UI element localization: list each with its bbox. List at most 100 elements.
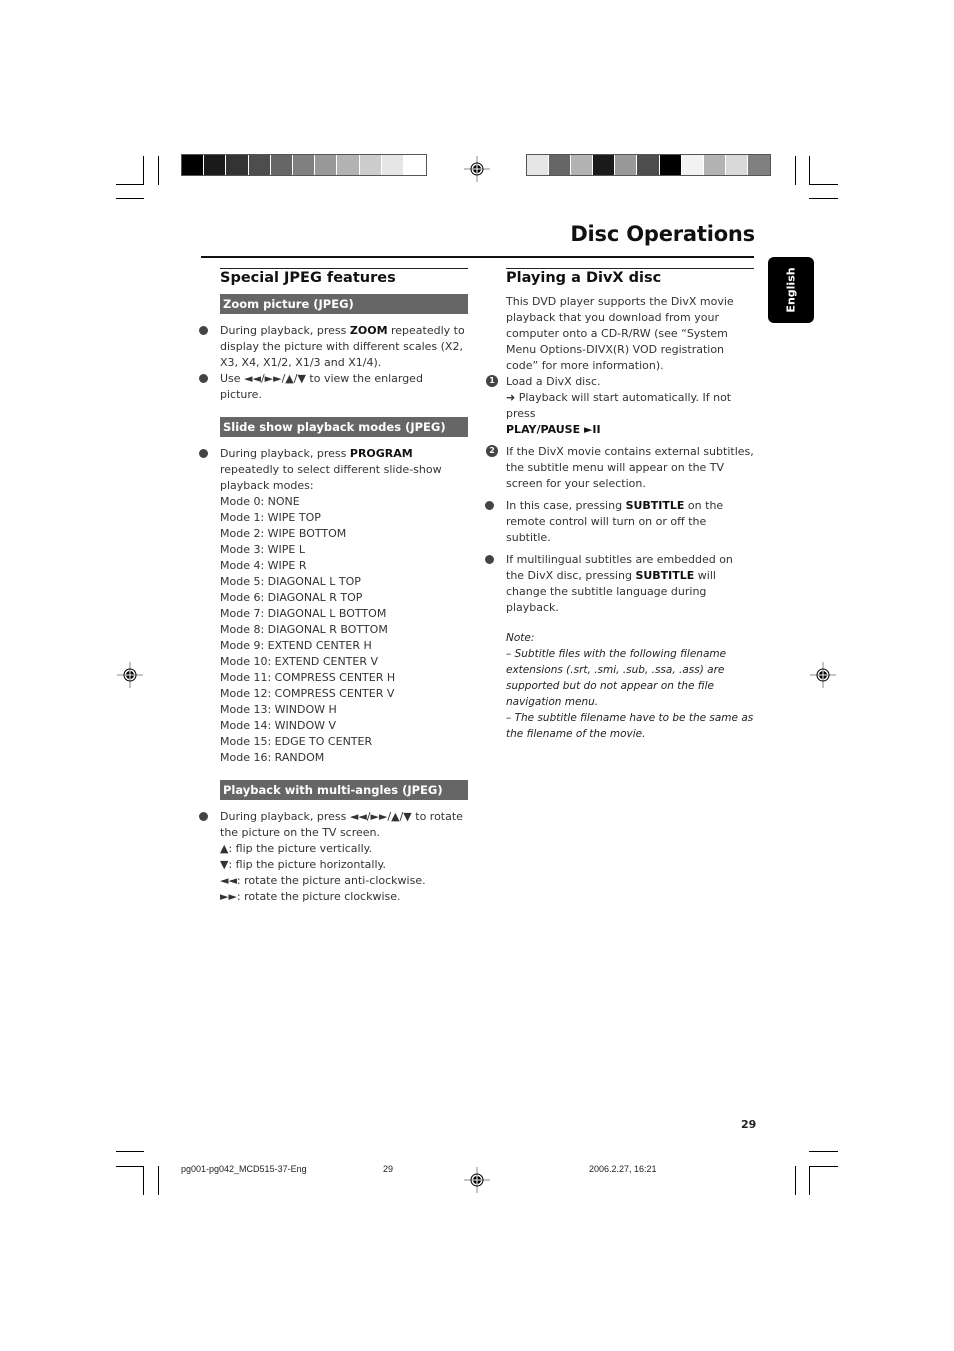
crop-mark xyxy=(809,1166,838,1167)
page-title: Disc Operations xyxy=(570,222,755,246)
step-item: 2 If the DivX movie contains external su… xyxy=(486,444,754,492)
mode-item: Mode 14: WINDOW V xyxy=(220,719,337,732)
bullet-icon xyxy=(199,374,208,383)
key-label: SUBTITLE xyxy=(635,569,695,582)
mode-item: Mode 5: DIAGONAL L TOP xyxy=(220,575,361,588)
note-text: – The subtitle filename have to be the s… xyxy=(506,712,754,740)
mode-item: Mode 6: DIAGONAL R TOP xyxy=(220,591,363,604)
list-item: If multilingual subtitles are embedded o… xyxy=(485,552,754,616)
crop-mark xyxy=(809,184,838,185)
language-tab: English xyxy=(768,257,814,323)
section-divider xyxy=(506,268,754,269)
crop-mark xyxy=(809,198,838,199)
page-number: 29 xyxy=(741,1118,757,1131)
calibration-swatch xyxy=(381,155,404,175)
calibration-swatch xyxy=(315,155,338,175)
mode-item: Mode 7: DIAGONAL L BOTTOM xyxy=(220,607,387,620)
rotation-item: ▼: flip the picture horizontally. xyxy=(220,858,386,871)
calibration-swatch xyxy=(615,155,638,175)
key-label: SUBTITLE xyxy=(625,499,685,512)
list-item: During playback, press ZOOM repeatedly t… xyxy=(199,323,468,371)
crop-mark xyxy=(158,156,159,185)
list-item: In this case, pressing SUBTITLE on the r… xyxy=(485,498,754,546)
crop-mark xyxy=(158,1166,159,1195)
subsection-heading-slideshow: Slide show playback modes (JPEG) xyxy=(220,417,468,437)
key-label: ZOOM xyxy=(349,324,388,337)
crop-mark xyxy=(116,1166,144,1167)
calibration-swatch xyxy=(681,155,704,175)
registration-mark-icon xyxy=(464,1167,490,1193)
bullet-icon xyxy=(485,555,494,564)
registration-mark-icon xyxy=(464,156,490,182)
mode-item: Mode 15: EDGE TO CENTER xyxy=(220,735,373,748)
list-item: Use ◄◄/►►/▲/▼ to view the enlarged pictu… xyxy=(199,371,468,403)
calibration-swatch xyxy=(403,155,427,175)
calibration-swatch xyxy=(637,155,660,175)
rotation-item: ▲: flip the picture vertically. xyxy=(220,842,373,855)
note-label: Note: xyxy=(506,632,535,644)
mode-item: Mode 16: RANDOM xyxy=(220,751,325,764)
footer-datetime: 2006.2.27, 16:21 xyxy=(589,1164,657,1174)
rotation-item: ►►: rotate the picture clockwise. xyxy=(220,890,401,903)
calibration-swatch xyxy=(725,155,748,175)
calibration-swatch xyxy=(703,155,726,175)
section-divider xyxy=(220,268,468,269)
footer-filename: pg001-pg042_MCD515-37-Eng xyxy=(181,1164,307,1174)
bullet-icon xyxy=(485,501,494,510)
bullet-icon xyxy=(199,812,208,821)
list-item: During playback, press PROGRAM repeatedl… xyxy=(199,446,468,494)
crop-mark xyxy=(143,156,144,185)
calibration-swatch xyxy=(527,155,550,175)
list-item: During playback, press ◄◄/►►/▲/▼ to rota… xyxy=(199,809,468,841)
bullet-icon xyxy=(199,449,208,458)
crop-mark xyxy=(116,198,144,199)
rotation-list: ▲: flip the picture vertically. ▼: flip t… xyxy=(220,841,468,905)
language-tab-label: English xyxy=(784,267,798,313)
title-divider xyxy=(201,256,754,258)
mode-item: Mode 12: COMPRESS CENTER V xyxy=(220,687,395,700)
mode-item: Mode 2: WIPE BOTTOM xyxy=(220,527,347,540)
subsection-heading-multiangle: Playback with multi-angles (JPEG) xyxy=(220,780,468,800)
registration-mark-icon xyxy=(810,662,836,688)
mode-item: Mode 3: WIPE L xyxy=(220,543,305,556)
crop-mark xyxy=(116,1151,144,1152)
left-column: Special JPEG features Zoom picture (JPEG… xyxy=(199,268,468,905)
footer-page: 29 xyxy=(383,1164,394,1174)
calibration-swatch xyxy=(204,155,227,175)
step-number-icon: 1 xyxy=(486,375,498,387)
crop-mark xyxy=(809,156,810,185)
mode-item: Mode 13: WINDOW H xyxy=(220,703,337,716)
registration-mark-icon xyxy=(117,662,143,688)
subsection-heading-zoom: Zoom picture (JPEG) xyxy=(220,294,468,314)
note-text: – Subtitle files with the following file… xyxy=(506,648,727,708)
calibration-swatch xyxy=(359,155,382,175)
crop-mark xyxy=(143,1166,144,1195)
crop-mark xyxy=(809,1151,838,1152)
calibration-swatch xyxy=(270,155,293,175)
calibration-swatch xyxy=(226,155,249,175)
mode-item: Mode 0: NONE xyxy=(220,495,300,508)
crop-mark xyxy=(116,184,144,185)
calibration-swatch xyxy=(571,155,594,175)
step-result: ➜ Playback will start automatically. If … xyxy=(506,391,732,420)
step-number-icon: 2 xyxy=(486,445,498,457)
mode-item: Mode 4: WIPE R xyxy=(220,559,307,572)
step-item: 1 Load a DivX disc. xyxy=(486,374,754,390)
calibration-swatch xyxy=(549,155,572,175)
crop-mark xyxy=(809,1166,810,1195)
crop-mark xyxy=(795,156,796,185)
mode-item: Mode 10: EXTEND CENTER V xyxy=(220,655,379,668)
calibration-swatch xyxy=(593,155,616,175)
crop-mark xyxy=(795,1166,796,1195)
key-label: PROGRAM xyxy=(349,447,413,460)
section-title: Playing a DivX disc xyxy=(506,270,662,286)
bullet-icon xyxy=(199,326,208,335)
key-label: PLAY/PAUSE ►II xyxy=(506,423,601,436)
calibration-swatch xyxy=(659,155,682,175)
rotation-item: ◄◄: rotate the picture anti-clockwise. xyxy=(220,874,426,887)
calibration-swatch xyxy=(248,155,271,175)
mode-item: Mode 1: WIPE TOP xyxy=(220,511,321,524)
intro-paragraph: This DVD player supports the DivX movie … xyxy=(506,295,734,372)
mode-item: Mode 11: COMPRESS CENTER H xyxy=(220,671,396,684)
mode-item: Mode 9: EXTEND CENTER H xyxy=(220,639,372,652)
